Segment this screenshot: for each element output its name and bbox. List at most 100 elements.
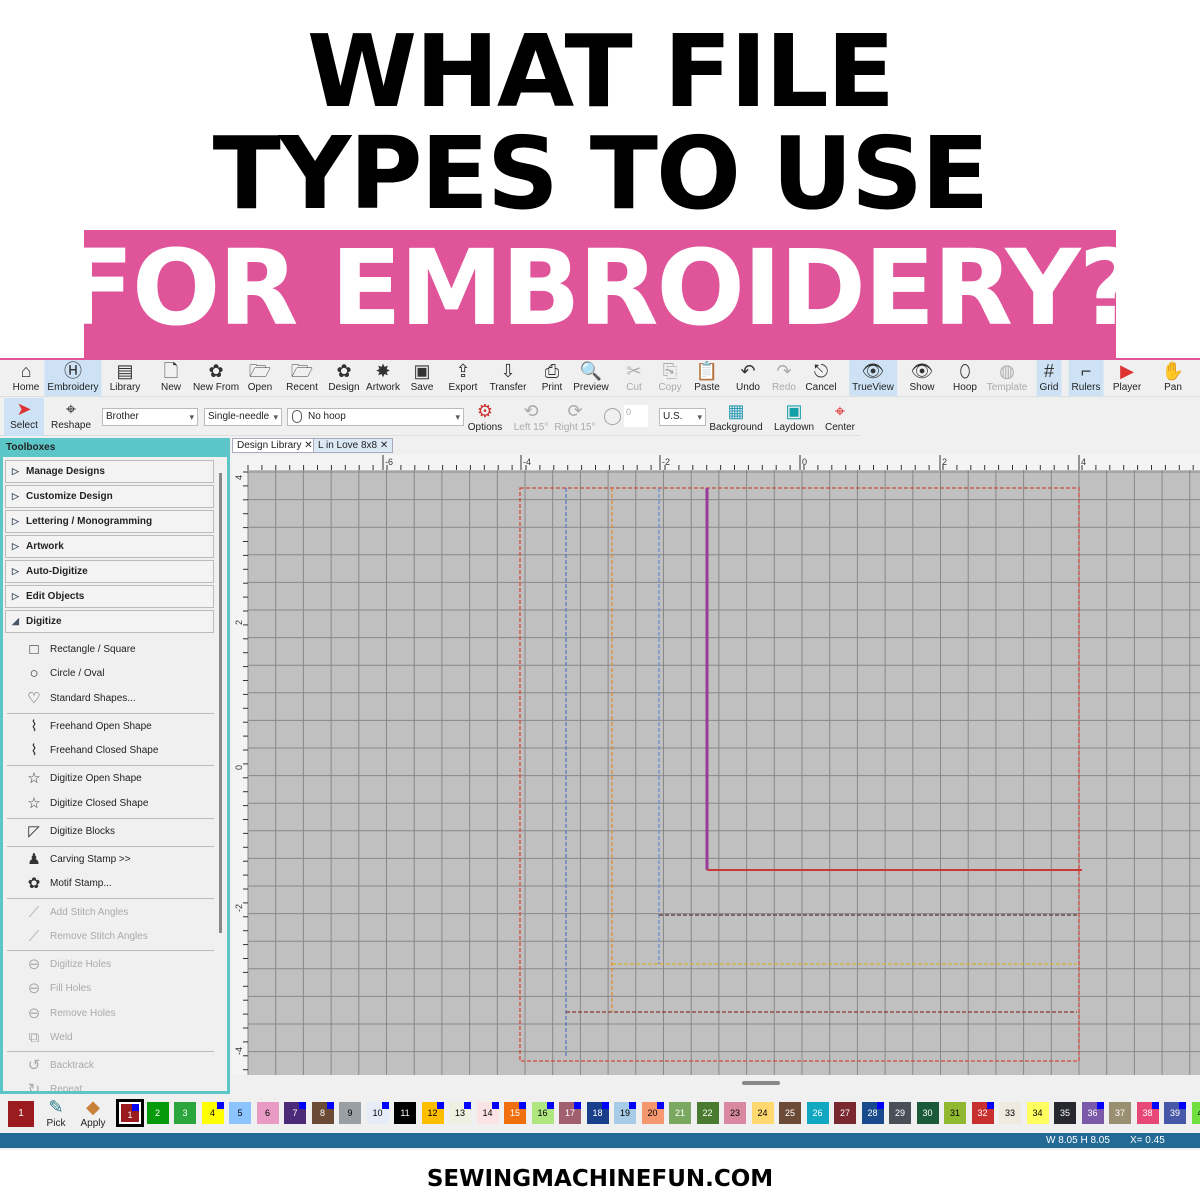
color-swatch[interactable]: 26 xyxy=(806,1102,829,1124)
color-swatch[interactable]: 10 xyxy=(366,1102,389,1124)
toolbar-open-button[interactable]: 🗁 Open xyxy=(245,360,275,396)
color-swatch[interactable]: 15 xyxy=(504,1102,526,1124)
toolbox-section-lettering-monogramming[interactable]: ▷ Lettering / Monogramming xyxy=(5,510,214,533)
tool-digitize-closed-shape[interactable]: ☆ Digitize Closed Shape xyxy=(23,794,148,814)
tool-remove-stitch-angles[interactable]: ⟋ Remove Stitch Angles xyxy=(23,927,148,947)
color-swatch[interactable]: 8 xyxy=(311,1102,334,1124)
color-swatch[interactable]: 13 xyxy=(449,1102,471,1124)
toolbar-preview-button[interactable]: 🔍 Preview xyxy=(570,360,612,396)
toolbar-show-button[interactable]: 👁 Show xyxy=(906,360,937,396)
tool-motif-stamp[interactable]: ✿ Motif Stamp... xyxy=(23,874,112,894)
close-icon[interactable]: ✕ xyxy=(380,440,388,451)
toolbar-home-button[interactable]: ⌂ Home xyxy=(10,360,43,396)
color-swatch[interactable]: 29 xyxy=(889,1102,911,1124)
horizontal-scrollbar[interactable] xyxy=(232,1075,1200,1095)
color-swatch[interactable]: 12 xyxy=(421,1102,444,1124)
color-swatch[interactable]: 34 xyxy=(1026,1102,1049,1124)
color-swatch[interactable]: 35 xyxy=(1054,1102,1076,1124)
toolbar-grid-button[interactable]: # Grid xyxy=(1036,360,1062,396)
toolbar-redo-button[interactable]: ↷ Redo xyxy=(769,360,799,396)
reshape-tool-button[interactable]: ⌖ Reshape xyxy=(51,398,91,432)
toolbar-save-button[interactable]: ▣ Save xyxy=(408,360,437,396)
color-swatch[interactable]: 32 xyxy=(971,1102,994,1124)
toolbar-export-button[interactable]: ⇪ Export xyxy=(446,360,481,396)
apply-color-button[interactable]: ◆ Apply xyxy=(80,1096,105,1130)
color-swatch[interactable]: 22 xyxy=(696,1102,719,1124)
tool-carving-stamp[interactable]: ♟ Carving Stamp >> xyxy=(23,850,130,870)
tool-add-stitch-angles[interactable]: ⟋ Add Stitch Angles xyxy=(23,903,129,923)
color-swatch[interactable]: 6 xyxy=(256,1102,279,1124)
tool-backtrack[interactable]: ↺ Backtrack xyxy=(23,1056,94,1076)
select-tool-button[interactable]: ➤ Select xyxy=(4,398,44,436)
color-swatch[interactable]: 16 xyxy=(531,1102,554,1124)
tool-digitize-blocks[interactable]: ◸ Digitize Blocks xyxy=(23,822,115,842)
toolbar-recent-button[interactable]: 🗁 Recent xyxy=(283,360,321,396)
color-swatch[interactable]: 4 xyxy=(201,1102,224,1124)
options-button[interactable]: ⚙ Options xyxy=(468,400,502,434)
color-swatch[interactable]: 36 xyxy=(1081,1102,1104,1124)
design-canvas[interactable]: -6 -4 -2 0 2 4 4 2 0 -2 -4 xyxy=(232,455,1200,1095)
color-swatch[interactable]: 18 xyxy=(586,1102,609,1124)
canvas-drawing[interactable]: -6 -4 -2 0 2 4 4 2 0 -2 -4 xyxy=(232,455,1200,1095)
tool-remove-holes[interactable]: ⊖ Remove Holes xyxy=(23,1004,116,1024)
color-swatch[interactable]: 9 xyxy=(339,1102,361,1124)
toolbar-design-button[interactable]: ✿ Design xyxy=(325,360,362,396)
rotate-left-button[interactable]: ⟲ Left 15° xyxy=(514,400,549,434)
toolbar-new-button[interactable]: 🗋 New xyxy=(158,360,184,396)
tool-fill-holes[interactable]: ⊖ Fill Holes xyxy=(23,979,91,999)
color-swatch[interactable]: 19 xyxy=(614,1102,636,1124)
toolbar-cancel-button[interactable]: ⎋ Cancel xyxy=(802,360,839,396)
tool-freehand-open-shape[interactable]: ⌇ Freehand Open Shape xyxy=(23,717,151,737)
color-swatch[interactable]: 24 xyxy=(751,1102,774,1124)
tool-circle-oval[interactable]: ○ Circle / Oval xyxy=(23,664,104,684)
color-swatch[interactable]: 33 xyxy=(999,1102,1021,1124)
color-swatch[interactable]: 20 xyxy=(641,1102,664,1124)
rotate-right-button[interactable]: ⟳ Right 15° xyxy=(554,400,595,434)
color-swatch[interactable]: 5 xyxy=(229,1102,251,1124)
toolbox-section-customize-design[interactable]: ▷ Customize Design xyxy=(5,485,214,508)
toolbar-copy-button[interactable]: ⎘ Copy xyxy=(655,360,684,396)
toolbar-artwork-button[interactable]: ✸ Artwork xyxy=(363,360,403,396)
toolbar-undo-button[interactable]: ↶ Undo xyxy=(733,360,763,396)
color-swatch[interactable]: 3 xyxy=(174,1102,196,1124)
color-swatch[interactable]: 39 xyxy=(1164,1102,1186,1124)
toolbox-section-manage-designs[interactable]: ▷ Manage Designs xyxy=(5,460,214,483)
color-swatch[interactable]: 7 xyxy=(284,1102,306,1124)
center-button[interactable]: ⌖ Center xyxy=(825,400,855,434)
scrollbar-thumb[interactable] xyxy=(742,1081,780,1085)
tab-l-in-love[interactable]: L in Love 8x8 ✕ xyxy=(313,438,394,453)
toolbar-trueview-button[interactable]: 👁 TrueView xyxy=(849,360,897,396)
color-swatch[interactable]: 37 xyxy=(1109,1102,1131,1124)
color-swatch[interactable]: 1 xyxy=(116,1099,144,1127)
toolbox-section-edit-objects[interactable]: ▷ Edit Objects xyxy=(5,585,214,608)
angle-input[interactable]: 0 xyxy=(624,405,648,427)
tool-repeat[interactable]: ↻ Repeat xyxy=(23,1080,83,1091)
toolbar-hoop-button[interactable]: ⬯ Hoop xyxy=(950,360,980,396)
toolbar-template-button[interactable]: ◍ Template xyxy=(984,360,1031,396)
toolbar-player-button[interactable]: ▶ Player xyxy=(1110,360,1144,396)
toolbar-rulers-button[interactable]: ⌐ Rulers xyxy=(1068,360,1104,396)
color-swatch[interactable]: 17 xyxy=(559,1102,581,1124)
color-swatch[interactable]: 2 xyxy=(146,1102,169,1124)
toolbar-paste-button[interactable]: 📋 Paste xyxy=(691,360,723,396)
color-swatch[interactable]: 40 xyxy=(1191,1102,1200,1124)
color-swatch[interactable]: 28 xyxy=(861,1102,884,1124)
hoop-select[interactable]: No hoop xyxy=(287,408,464,426)
color-swatch[interactable]: 38 xyxy=(1136,1102,1159,1124)
laydown-button[interactable]: ▣ Laydown xyxy=(774,400,814,434)
toolbox-section-digitize[interactable]: ◢ Digitize xyxy=(5,610,214,633)
tool-rectangle-square[interactable]: □ Rectangle / Square xyxy=(23,640,135,660)
tool-freehand-closed-shape[interactable]: ⌇ Freehand Closed Shape xyxy=(23,741,158,761)
color-swatch[interactable]: 21 xyxy=(669,1102,691,1124)
color-swatch[interactable]: 27 xyxy=(834,1102,856,1124)
tool-digitize-open-shape[interactable]: ☆ Digitize Open Shape xyxy=(23,769,141,789)
toolbox-section-auto-digitize[interactable]: ▷ Auto-Digitize xyxy=(5,560,214,583)
toolbar-new-from-button[interactable]: ✿ New From xyxy=(190,360,242,396)
toolbar-embroidery-button[interactable]: Ⓗ Embroidery xyxy=(44,360,102,396)
color-swatch[interactable]: 23 xyxy=(724,1102,746,1124)
background-button[interactable]: ▦ Background xyxy=(709,400,762,434)
tool-standard-shapes[interactable]: ♡ Standard Shapes... xyxy=(23,689,135,709)
panel-scrollbar[interactable] xyxy=(219,473,222,933)
toolbar-transfer-button[interactable]: ⇩ Transfer xyxy=(487,360,530,396)
needle-type-select[interactable]: Single-needle xyxy=(204,408,282,426)
